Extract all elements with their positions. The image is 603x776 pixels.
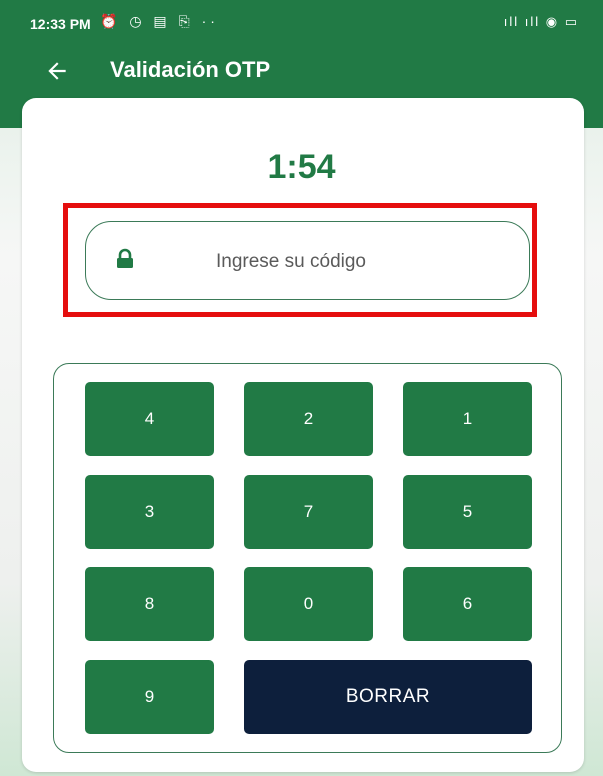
key-8[interactable]: 8 [85, 567, 214, 641]
key-0[interactable]: 0 [244, 567, 373, 641]
delete-button[interactable]: BORRAR [244, 660, 532, 734]
key-1[interactable]: 1 [403, 382, 532, 456]
key-6[interactable]: 6 [403, 567, 532, 641]
page-title: Validación OTP [110, 57, 271, 82]
key-4[interactable]: 4 [85, 382, 214, 456]
key-2[interactable]: 2 [244, 382, 373, 456]
status-time: 12:33 PM [30, 16, 91, 32]
lock-icon [114, 248, 136, 270]
key-7[interactable]: 7 [244, 475, 373, 549]
notification-icons: ⏰ ◷ ▤ ⎘ ·· [100, 13, 219, 29]
system-status-icons: ıll ıll ◉ ▭ [503, 14, 579, 29]
otp-code-input[interactable]: Ingrese su código [85, 221, 530, 300]
countdown-timer: 1:54 [267, 148, 336, 186]
key-3[interactable]: 3 [85, 475, 214, 549]
status-bar: 12:33 PM ⏰ ◷ ▤ ⎘ ·· ıll ıll ◉ ▭ [0, 0, 603, 52]
arrow-left-icon[interactable] [44, 54, 78, 88]
key-5[interactable]: 5 [403, 475, 532, 549]
otp-placeholder: Ingrese su código [216, 251, 366, 272]
key-9[interactable]: 9 [85, 660, 214, 734]
